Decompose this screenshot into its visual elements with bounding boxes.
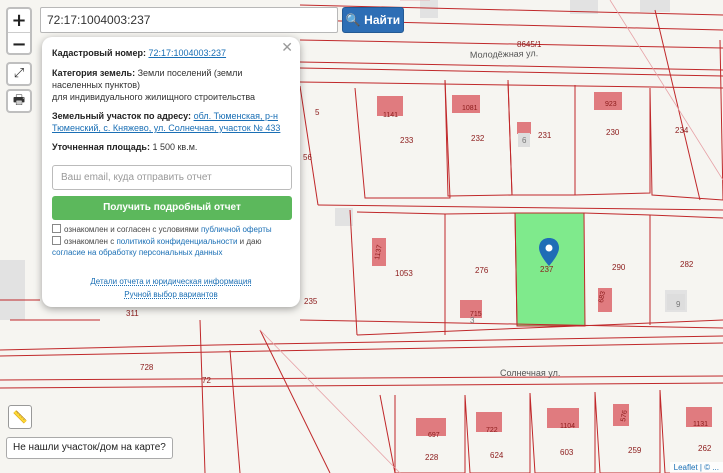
details-link[interactable]: Детали отчета и юридическая информация (90, 277, 251, 286)
zoom-control: + − (6, 7, 32, 55)
svg-text:5: 5 (315, 108, 320, 117)
fullscreen-button[interactable]: ⤢ (6, 62, 32, 86)
svg-text:282: 282 (680, 260, 694, 269)
email-input[interactable]: Ваш email, куда отправить отчет (52, 165, 292, 190)
svg-text:230: 230 (606, 128, 620, 137)
not-found-button[interactable]: Не нашли участок/дом на карте? (6, 437, 173, 459)
zoom-out-button[interactable]: − (8, 32, 30, 56)
svg-text:233: 233 (400, 136, 414, 145)
cadastral-number-link[interactable]: 72:17:1004003:237 (148, 48, 226, 58)
svg-text:603: 603 (560, 448, 574, 457)
svg-text:276: 276 (475, 266, 489, 275)
svg-text:1053: 1053 (395, 269, 413, 278)
svg-text:231: 231 (538, 131, 552, 140)
svg-text:923: 923 (605, 101, 617, 108)
svg-text:624: 624 (490, 451, 504, 460)
parcel-info-popup: ✕ Кадастровый номер: 72:17:1004003:237 К… (42, 37, 300, 307)
area-line: Уточненная площадь: 1 500 кв.м. (52, 142, 198, 152)
svg-text:3: 3 (470, 316, 475, 325)
consent-privacy-checkbox[interactable]: ознакомлен с политикой конфиденциальност… (52, 236, 292, 258)
ruler-button[interactable]: 📏 (8, 405, 32, 429)
svg-text:56: 56 (303, 153, 312, 162)
svg-text:728: 728 (140, 363, 154, 372)
svg-text:234: 234 (675, 126, 689, 135)
details-link-row: Детали отчета и юридическая информация (42, 277, 300, 286)
manual-selection-link[interactable]: Ручной выбор вариантов (124, 290, 217, 299)
svg-text:722: 722 (486, 427, 498, 434)
svg-text:1104: 1104 (560, 423, 575, 430)
svg-text:232: 232 (471, 134, 485, 143)
svg-text:262: 262 (698, 444, 712, 453)
print-button[interactable]: 🖶 (6, 89, 32, 113)
svg-text:9: 9 (676, 300, 681, 309)
search-icon: 🔍 (345, 13, 361, 27)
svg-text:311: 311 (126, 309, 139, 318)
address-line: Земельный участок по адресу: обл. Тюменс… (52, 111, 281, 133)
svg-text:6: 6 (522, 136, 527, 145)
manual-link-row: Ручной выбор вариантов (42, 290, 300, 299)
printer-icon: 🖶 (12, 93, 26, 108)
ruler-icon: 📏 (12, 410, 28, 424)
svg-text:290: 290 (612, 263, 626, 272)
map-attribution: Leaflet | © ... (669, 462, 723, 473)
zoom-in-button[interactable]: + (8, 9, 30, 32)
svg-text:1081: 1081 (462, 105, 478, 112)
consent-offer-checkbox[interactable]: ознакомлен и согласен с условиями публич… (52, 224, 292, 235)
get-report-button[interactable]: Получить подробный отчет (52, 196, 292, 220)
cadastral-number-line: Кадастровый номер: 72:17:1004003:237 (52, 48, 227, 58)
svg-text:228: 228 (425, 453, 439, 462)
search-input[interactable] (40, 7, 338, 33)
svg-text:259: 259 (628, 446, 642, 455)
search-button[interactable]: 🔍 Найти (342, 7, 404, 33)
svg-text:1141: 1141 (383, 112, 398, 119)
land-category-line: Категория земель: Земли поселений (земли… (52, 68, 256, 102)
svg-text:697: 697 (428, 432, 440, 439)
svg-text:Солнечная ул.: Солнечная ул. (500, 368, 560, 378)
svg-text:Молодёжная ул.: Молодёжная ул. (470, 48, 538, 60)
svg-text:72: 72 (202, 376, 211, 385)
svg-text:1131: 1131 (693, 421, 708, 428)
svg-text:235: 235 (304, 297, 318, 306)
expand-icon: ⤢ (13, 66, 25, 81)
leaflet-link[interactable]: Leaflet (674, 463, 698, 472)
svg-text:237: 237 (540, 265, 554, 274)
